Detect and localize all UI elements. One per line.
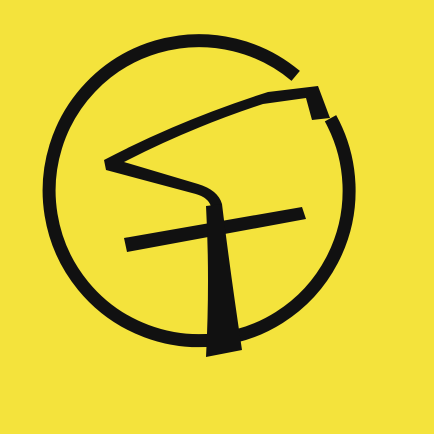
app-icon	[0, 0, 434, 434]
sf-logo-icon	[0, 0, 434, 434]
